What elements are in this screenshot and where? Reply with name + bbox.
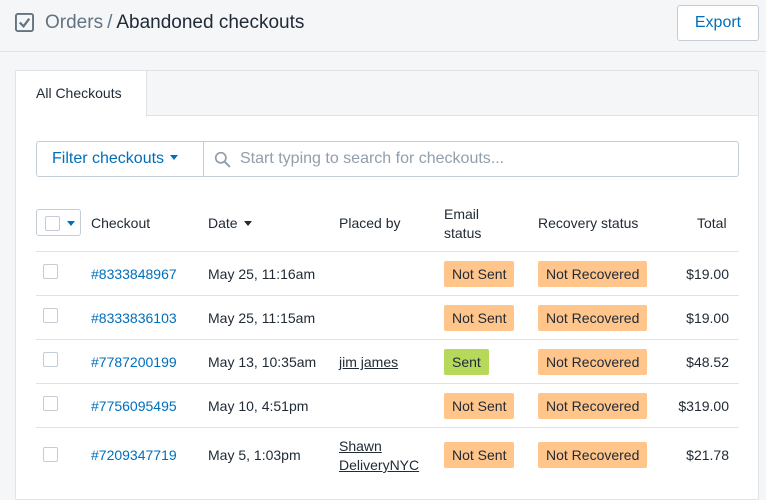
column-header-recovery-status: Recovery status <box>538 215 639 231</box>
checkout-total: $21.78 <box>686 447 729 463</box>
select-all-dropdown[interactable] <box>36 209 81 236</box>
breadcrumb-separator: / <box>107 12 113 33</box>
table-row[interactable]: #8333848967 May 25, 11:16am Not Sent Not… <box>36 251 739 295</box>
table-row[interactable]: #7209347719 May 5, 1:03pm Shawn Delivery… <box>36 427 739 481</box>
recovery-status-badge: Not Recovered <box>538 261 648 287</box>
checkout-date: May 5, 1:03pm <box>208 447 301 463</box>
row-checkbox[interactable] <box>43 447 58 462</box>
checkout-total: $19.00 <box>686 266 729 282</box>
email-status-badge: Not Sent <box>444 261 515 287</box>
table-row[interactable]: #7756095495 May 10, 4:51pm Not Sent Not … <box>36 383 739 427</box>
checkout-link[interactable]: #7209347719 <box>91 446 177 465</box>
checkout-total: $319.00 <box>678 398 729 414</box>
recovery-status-badge: Not Recovered <box>538 349 648 375</box>
checkout-total: $19.00 <box>686 310 729 326</box>
sort-caret-icon <box>243 220 252 226</box>
column-header-email-status: Email status <box>444 205 481 243</box>
email-status-badge: Sent <box>444 349 489 375</box>
checkout-link[interactable]: #8333836103 <box>91 309 177 328</box>
column-header-date-label: Date <box>208 215 238 231</box>
column-header-email-line2: status <box>444 225 482 241</box>
recovery-status-badge: Not Recovered <box>538 442 648 468</box>
row-checkbox[interactable] <box>43 352 58 367</box>
row-checkbox[interactable] <box>43 396 58 411</box>
breadcrumb: Orders / Abandoned checkouts <box>45 11 304 35</box>
chevron-down-icon <box>67 221 75 226</box>
checkbox-icon <box>15 13 34 32</box>
caret-down-icon <box>170 155 179 161</box>
row-checkbox[interactable] <box>43 308 58 323</box>
filter-checkouts-button[interactable]: Filter checkouts <box>36 141 204 177</box>
checkouts-card: All Checkouts Filter checkouts Checkout … <box>15 70 759 500</box>
checkout-link[interactable]: #7756095495 <box>91 397 177 416</box>
recovery-status-badge: Not Recovered <box>538 393 648 419</box>
checkout-date: May 10, 4:51pm <box>208 398 309 414</box>
placed-by-customer-link[interactable]: Shawn DeliveryNYC <box>339 437 439 475</box>
checkout-date: May 13, 10:35am <box>208 354 317 370</box>
select-all-checkbox[interactable] <box>45 216 60 231</box>
search-icon <box>214 151 231 168</box>
checkout-date: May 25, 11:15am <box>208 310 316 326</box>
filter-button-label: Filter checkouts <box>52 150 165 167</box>
breadcrumb-orders-link[interactable]: Orders <box>45 12 103 33</box>
recovery-status-badge: Not Recovered <box>538 305 648 331</box>
page-title: Abandoned checkouts <box>116 12 305 33</box>
checkout-link[interactable]: #7787200199 <box>91 353 177 372</box>
placed-by-customer-link[interactable]: jim james <box>339 353 439 372</box>
column-header-checkout: Checkout <box>91 215 151 231</box>
checkout-date: May 25, 11:16am <box>208 266 316 282</box>
column-header-placed-by: Placed by <box>339 215 401 231</box>
email-status-badge: Not Sent <box>444 393 515 419</box>
email-status-badge: Not Sent <box>444 442 515 468</box>
column-header-email-line1: Email <box>444 206 480 222</box>
tab-bar: All Checkouts <box>16 71 758 117</box>
export-button[interactable]: Export <box>677 5 759 41</box>
table-row[interactable]: #8333836103 May 25, 11:15am Not Sent Not… <box>36 295 739 339</box>
email-status-badge: Not Sent <box>444 305 515 331</box>
column-header-date[interactable]: Date <box>208 214 252 233</box>
row-checkbox[interactable] <box>43 264 58 279</box>
column-header-total: Total <box>697 215 727 231</box>
table-row[interactable]: #7787200199 May 13, 10:35am jim james Se… <box>36 339 739 383</box>
search-box[interactable] <box>203 141 739 177</box>
search-input[interactable] <box>240 142 730 176</box>
top-bar: Orders / Abandoned checkouts Export <box>0 0 766 52</box>
checkout-link[interactable]: #8333848967 <box>91 265 177 284</box>
checkout-total: $48.52 <box>686 354 729 370</box>
tab-all-checkouts[interactable]: All Checkouts <box>16 71 147 117</box>
